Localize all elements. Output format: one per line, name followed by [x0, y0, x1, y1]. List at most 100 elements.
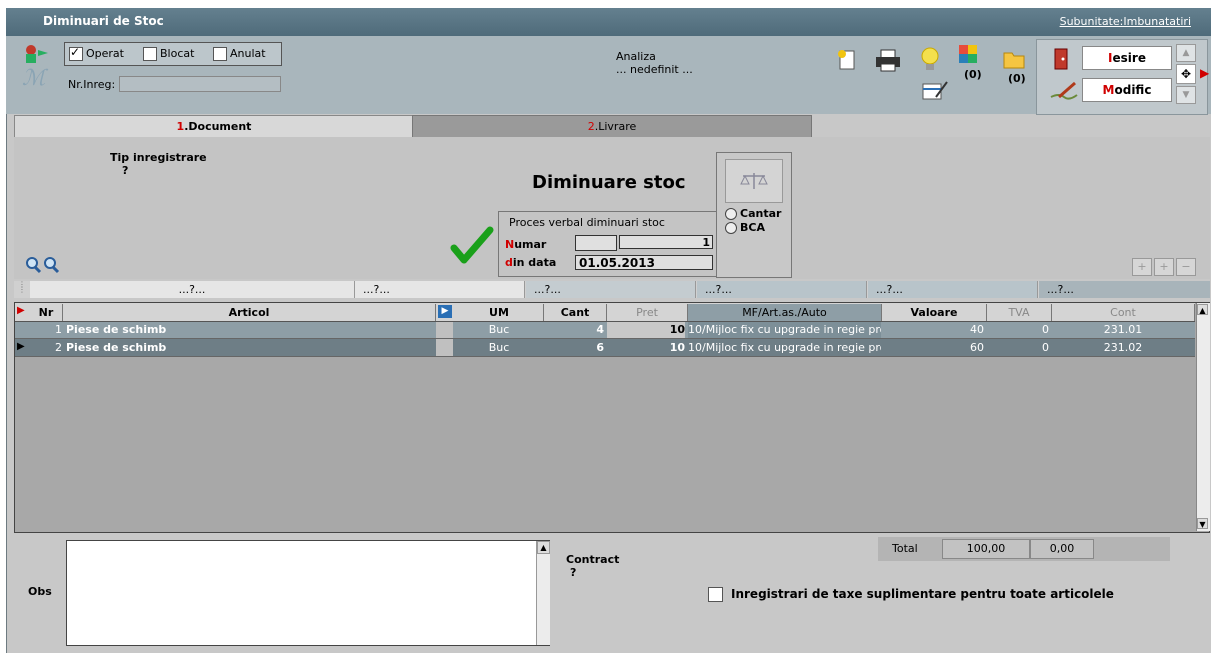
counter-folder: (0): [1008, 72, 1026, 85]
cell-articol[interactable]: Piese de schimb: [66, 322, 434, 338]
nr-inreg-field[interactable]: [119, 76, 281, 92]
filter-cell[interactable]: ...?...: [355, 281, 525, 298]
data-field[interactable]: 01.05.2013: [575, 255, 713, 270]
contract-value[interactable]: ?: [570, 566, 576, 579]
scroll-down-button[interactable]: ▼: [1176, 86, 1196, 104]
counter-cube: (0): [964, 68, 982, 81]
cell-cont[interactable]: 231.01: [1052, 322, 1194, 338]
article-picker-icon[interactable]: ▶: [438, 305, 452, 318]
total-tva: 0,00: [1030, 539, 1094, 559]
expand-arrow-icon[interactable]: ▶: [1200, 66, 1209, 80]
cell-um: Buc: [488, 341, 510, 354]
header-valoare[interactable]: Valoare: [882, 304, 987, 321]
modific-button[interactable]: Modific: [1082, 78, 1172, 102]
cell-um: Buc: [488, 323, 510, 336]
scale-icon[interactable]: [725, 159, 783, 203]
operat-checkbox[interactable]: Operat: [69, 45, 124, 61]
tab-livrare[interactable]: 2.Livrare: [412, 115, 812, 139]
exit-door-icon[interactable]: [1053, 48, 1069, 70]
header-tva[interactable]: TVA: [987, 304, 1052, 321]
cantar-box: Cantar BCA: [716, 152, 792, 278]
anulat-label: Anulat: [230, 47, 266, 60]
header-articol[interactable]: Articol: [63, 304, 436, 321]
user-arrow-icon[interactable]: [22, 42, 52, 64]
data-label: din data: [505, 256, 557, 269]
tip-inregistrare-value[interactable]: ?: [122, 164, 128, 177]
numar-field[interactable]: 1: [619, 235, 713, 249]
filter-cell[interactable]: ...?...: [30, 281, 355, 298]
header-nr[interactable]: Nr: [30, 304, 63, 321]
script-m-icon: ℳ: [22, 66, 46, 91]
lightbulb-icon[interactable]: [919, 46, 941, 74]
cell-spacer: [436, 322, 453, 338]
obs-scroll-up-icon[interactable]: ▲: [537, 541, 550, 554]
obs-scrollbar[interactable]: ▲: [536, 541, 550, 645]
header-mf[interactable]: MF/Art.as./Auto: [688, 304, 882, 321]
contract-label: Contract: [566, 553, 620, 566]
filter-cell[interactable]: ...?...: [868, 281, 1038, 298]
filter-cell[interactable]: ...?...: [526, 281, 696, 298]
header-pointer-icon: ▶: [17, 305, 25, 316]
taxe-label: Inregistrari de taxe suplimentare pentru…: [731, 587, 1114, 601]
cube-icon[interactable]: [956, 42, 980, 66]
cell-mf[interactable]: 10/Mijloc fix cu upgrade in regie prop: [688, 340, 881, 356]
cell-tva: 0: [1042, 341, 1049, 354]
scroll-up-icon[interactable]: ▲: [1197, 304, 1208, 315]
tab-document[interactable]: 1.Document: [14, 115, 414, 138]
taxe-checkbox[interactable]: Inregistrari de taxe suplimentare pentru…: [708, 587, 1114, 602]
cell-spacer: [436, 339, 453, 356]
header-pret[interactable]: Pret: [607, 304, 688, 321]
analiza-value[interactable]: ... nedefinit ...: [616, 63, 693, 76]
cell-pret[interactable]: 10: [607, 322, 685, 338]
anulat-checkbox[interactable]: Anulat: [213, 47, 266, 61]
title-bar: Diminuari de Stoc Subunitate:Imbunatatir…: [6, 8, 1211, 36]
subunit-link[interactable]: Subunitate:Imbunatatiri: [1060, 15, 1191, 28]
header-um[interactable]: UM: [455, 304, 544, 321]
cell-cant[interactable]: 6: [544, 340, 604, 356]
bca-radio[interactable]: BCA: [725, 221, 765, 234]
numar-series-field[interactable]: [575, 235, 617, 251]
nr-inreg-label: Nr.Inreg:: [68, 78, 116, 91]
header-cont[interactable]: Cont: [1052, 304, 1195, 321]
cell-tva: 0: [1042, 323, 1049, 336]
printer-icon[interactable]: [874, 48, 902, 72]
cantar-radio[interactable]: Cantar: [725, 207, 781, 220]
cell-cont[interactable]: 231.02: [1052, 340, 1194, 356]
obs-textarea[interactable]: [66, 540, 550, 646]
row-pointer-icon: ▶: [17, 341, 25, 352]
cell-cant[interactable]: 4: [544, 322, 604, 338]
pen-icon[interactable]: [1049, 78, 1079, 102]
folder-icon[interactable]: [1002, 48, 1026, 70]
document-heading: Diminuare stoc: [532, 172, 686, 193]
filter-cell[interactable]: ...?...: [1039, 281, 1210, 298]
filter-cell[interactable]: ...?...: [697, 281, 867, 298]
grid-scrollbar[interactable]: [1196, 303, 1210, 531]
cell-mf[interactable]: 10/Mijloc fix cu upgrade in regie prop: [688, 322, 881, 338]
green-check-icon: [450, 226, 494, 266]
scroll-up-button[interactable]: ▲: [1176, 44, 1196, 62]
add-row-icon[interactable]: +: [1132, 258, 1152, 276]
tip-inregistrare-label: Tip inregistrare: [110, 151, 207, 164]
total-value: 100,00: [942, 539, 1030, 559]
cell-valoare: 60: [970, 341, 984, 354]
iesire-button[interactable]: Iesire: [1082, 46, 1172, 70]
operat-check-icon: [69, 45, 83, 61]
header-cant[interactable]: Cant: [544, 304, 607, 321]
new-document-icon[interactable]: [836, 48, 858, 72]
obs-label: Obs: [28, 585, 52, 598]
cell-nr: 2: [55, 341, 62, 354]
cell-pret[interactable]: 10: [607, 340, 685, 356]
move-icon[interactable]: ✥: [1176, 64, 1196, 84]
window-title: Diminuari de Stoc: [43, 14, 164, 28]
cell-nr: 1: [55, 323, 62, 336]
scroll-down-icon[interactable]: ▼: [1197, 518, 1208, 529]
delete-row-icon[interactable]: −: [1176, 258, 1196, 276]
analiza-label: Analiza: [616, 50, 656, 63]
cell-articol[interactable]: Piese de schimb: [66, 340, 434, 356]
proces-verbal-box: Proces verbal diminuari stoc Numar 1 din…: [498, 211, 718, 277]
proces-verbal-label: Proces verbal diminuari stoc: [509, 216, 665, 229]
insert-row-icon[interactable]: +: [1154, 258, 1174, 276]
blocat-checkbox[interactable]: Blocat: [143, 47, 194, 61]
calendar-edit-icon[interactable]: [922, 78, 948, 102]
magnifier-icon[interactable]: [24, 256, 70, 274]
